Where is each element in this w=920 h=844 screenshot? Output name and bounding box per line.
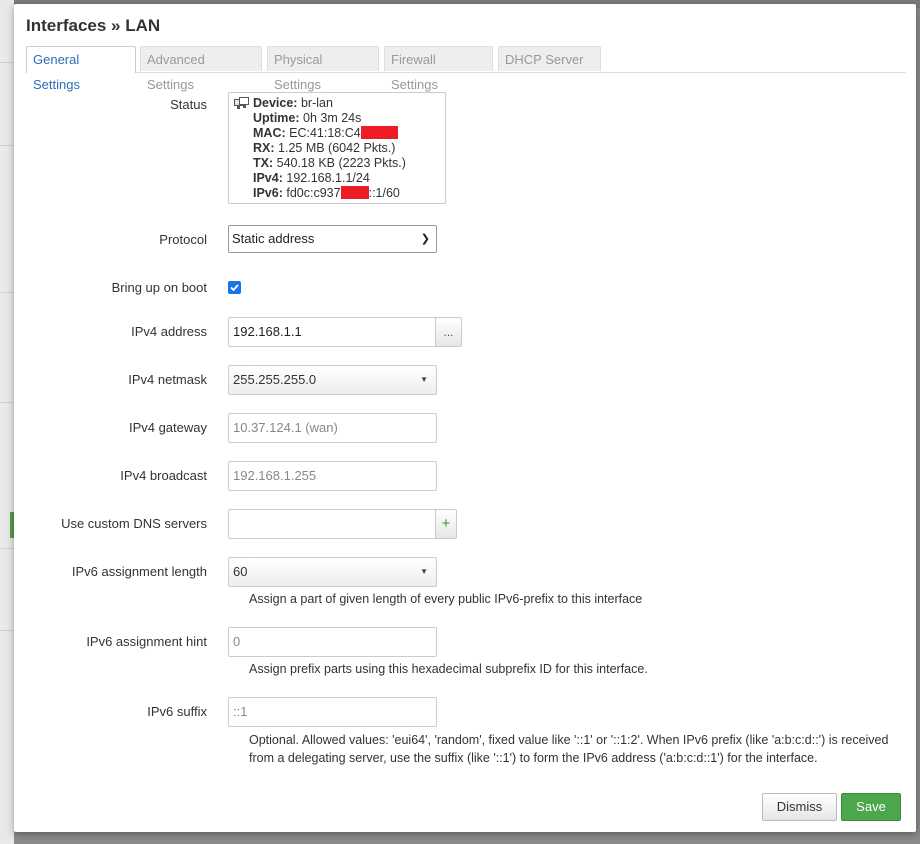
caret-down-icon: ▼ bbox=[420, 375, 428, 384]
ipv6-hint-label: IPv6 assignment hint bbox=[86, 634, 207, 649]
ipv4-gateway-input[interactable]: 10.37.124.1 (wan) bbox=[228, 413, 437, 443]
ipv4-address-more-button[interactable]: ... bbox=[435, 317, 462, 347]
status-ipv4: IPv4: 192.168.1.1/24 bbox=[253, 171, 370, 185]
modal-title: Interfaces » LAN bbox=[26, 16, 161, 35]
status-uptime: Uptime: 0h 3m 24s bbox=[253, 111, 362, 125]
save-button[interactable]: Save bbox=[841, 793, 901, 821]
ipv6-suffix-label: IPv6 suffix bbox=[147, 704, 207, 719]
protocol-label: Protocol bbox=[159, 232, 207, 247]
background-divider bbox=[0, 62, 14, 63]
ipv4-address-label: IPv4 address bbox=[131, 324, 207, 339]
dns-label: Use custom DNS servers bbox=[61, 516, 207, 531]
tab-advanced-settings[interactable]: Advanced Settings bbox=[140, 46, 262, 92]
ipv6-length-label: IPv6 assignment length bbox=[71, 564, 207, 579]
dns-input[interactable] bbox=[228, 509, 436, 539]
background-divider bbox=[0, 548, 14, 549]
ipv4-address-input[interactable]: 192.168.1.1 bbox=[228, 317, 436, 347]
ipv6-length-hint: Assign a part of given length of every p… bbox=[249, 592, 643, 606]
boot-checkbox[interactable] bbox=[228, 281, 241, 294]
redacted-block bbox=[340, 186, 369, 199]
dismiss-button[interactable]: Dismiss bbox=[762, 793, 837, 821]
status-mac: MAC: EC:41:18:C4 bbox=[253, 126, 445, 141]
network-device-icon bbox=[234, 97, 249, 109]
tab-physical-settings[interactable]: Physical Settings bbox=[267, 46, 379, 92]
ipv6-suffix-input[interactable]: ::1 bbox=[228, 697, 437, 727]
ipv6-hint-hint: Assign prefix parts using this hexadecim… bbox=[249, 662, 648, 676]
boot-label: Bring up on boot bbox=[111, 280, 207, 295]
background-divider bbox=[0, 145, 14, 146]
tab-bar: General Settings Advanced Settings Physi… bbox=[26, 46, 906, 92]
tab-general-settings[interactable]: General Settings bbox=[26, 46, 136, 92]
ipv6-hint-input[interactable]: 0 bbox=[228, 627, 437, 657]
background-divider bbox=[0, 402, 14, 403]
ipv4-netmask-dropdown[interactable]: 255.255.255.0 ▼ bbox=[228, 365, 437, 395]
tab-dhcp-server[interactable]: DHCP Server bbox=[498, 46, 601, 71]
ipv4-netmask-label: IPv4 netmask bbox=[128, 372, 207, 387]
interface-modal: Interfaces » LAN General Settings Advanc… bbox=[14, 4, 916, 832]
ipv4-gateway-label: IPv4 gateway bbox=[128, 420, 207, 435]
status-tx: TX: 540.18 KB (2223 Pkts.) bbox=[253, 156, 406, 170]
status-label: Status bbox=[170, 97, 207, 112]
chevron-down-icon: ❯ bbox=[420, 233, 430, 245]
status-ipv6: IPv6: fd0c:c937::1/60 bbox=[253, 186, 400, 200]
checkmark-icon bbox=[230, 284, 239, 292]
ipv4-broadcast-label: IPv4 broadcast bbox=[120, 468, 207, 483]
background-divider bbox=[0, 630, 14, 631]
tab-firewall-settings[interactable]: Firewall Settings bbox=[384, 46, 493, 92]
add-dns-button[interactable]: + bbox=[435, 509, 457, 539]
background-page bbox=[0, 0, 14, 844]
status-box: Device: br-lan Uptime: 0h 3m 24s MAC: EC… bbox=[228, 92, 446, 204]
ipv6-suffix-hint: Optional. Allowed values: 'eui64', 'rand… bbox=[249, 733, 889, 765]
caret-down-icon: ▼ bbox=[420, 567, 428, 576]
redacted-block bbox=[360, 126, 398, 139]
ipv6-length-dropdown[interactable]: 60 ▼ bbox=[228, 557, 437, 587]
status-rx: RX: 1.25 MB (6042 Pkts.) bbox=[253, 141, 396, 155]
ipv4-broadcast-input[interactable]: 192.168.1.255 bbox=[228, 461, 437, 491]
background-divider bbox=[0, 292, 14, 293]
status-device: Device: br-lan bbox=[253, 96, 333, 110]
protocol-select[interactable]: Static address ❯ bbox=[228, 225, 437, 253]
